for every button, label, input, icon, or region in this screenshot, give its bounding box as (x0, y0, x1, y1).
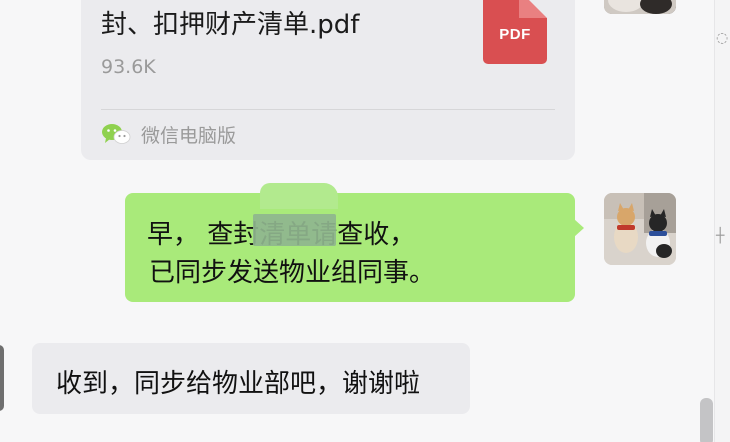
file-type-label: PDF (499, 26, 531, 43)
wechat-icon (102, 124, 131, 144)
side-panel-edge (714, 0, 730, 442)
scrollbar-thumb[interactable] (700, 398, 713, 442)
avatar-image (604, 0, 676, 14)
incoming-message-text: 收到，同步给物业部吧，谢谢啦 (56, 369, 421, 399)
file-card-divider (101, 109, 555, 110)
avatar-image (604, 193, 676, 265)
file-size: 93.6K (101, 56, 156, 78)
file-source-label: 微信电脑版 (141, 124, 237, 147)
file-name: 封、扣押财产清单.pdf (101, 10, 360, 40)
avatar[interactable] (0, 345, 4, 411)
incoming-message-bubble[interactable]: 收到，同步给物业部吧，谢谢啦 (32, 343, 470, 414)
file-source: 微信电脑版 (101, 122, 237, 147)
redaction-mask (260, 183, 338, 209)
avatar[interactable] (604, 0, 676, 14)
redaction-mask (253, 214, 336, 246)
pdf-file-icon: PDF (483, 0, 547, 64)
outgoing-message-line: 已同步发送物业组同事。 (149, 258, 436, 288)
panel-edge-icon: ◌ (716, 30, 729, 46)
outgoing-message-bubble[interactable]: 早， 查封清单请查收， 已同步发送物业组同事。 (125, 183, 584, 302)
avatar[interactable] (604, 193, 676, 265)
chat-window: 封、扣押财产清单.pdf 93.6K PDF 微信电脑版 早， 已同步发送物业组… (0, 0, 730, 442)
file-message-card[interactable]: 封、扣押财产清单.pdf 93.6K PDF 微信电脑版 (81, 0, 575, 160)
panel-edge-icon: ┼ (716, 228, 725, 244)
